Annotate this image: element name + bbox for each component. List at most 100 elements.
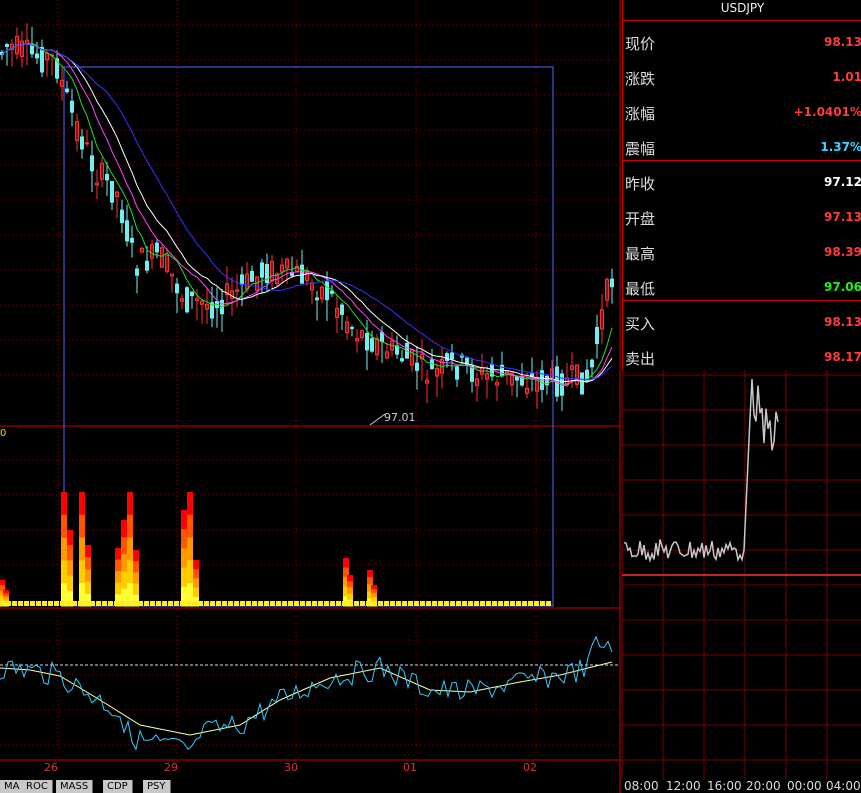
quote-row: 涨跌 1.01 <box>623 60 861 95</box>
volume-bar <box>396 601 401 606</box>
volume-bar <box>210 601 215 606</box>
candle <box>65 88 69 93</box>
candle <box>120 209 124 224</box>
candle <box>610 278 614 288</box>
volume-bar <box>348 601 353 606</box>
candle <box>250 270 254 282</box>
volume-bar <box>492 601 497 606</box>
volume-bar <box>108 601 113 606</box>
quote-label: 昨收 <box>625 175 656 193</box>
date-label: 29 <box>164 761 178 774</box>
candle <box>90 155 94 172</box>
quote-label: 买入 <box>625 315 656 333</box>
volume-bar <box>486 601 491 606</box>
volume-bar <box>181 529 187 549</box>
quote-label: 涨幅 <box>625 105 656 123</box>
quote-label: 震幅 <box>625 140 656 158</box>
quote-value: 97.12 <box>824 175 861 189</box>
tab-ma[interactable]: MA <box>0 780 25 793</box>
quote-value: 97.13 <box>824 210 861 224</box>
volume-bar <box>288 601 293 606</box>
tab-roc[interactable]: ROC <box>22 780 53 793</box>
volume-bar <box>180 601 185 606</box>
volume-bar <box>138 601 143 606</box>
volume-bar <box>127 537 133 561</box>
date-label: 26 <box>44 761 58 774</box>
candle <box>300 264 304 284</box>
candle <box>450 352 454 360</box>
tab-psy[interactable]: PSY <box>143 780 171 793</box>
volume-bar <box>67 575 73 592</box>
volume-bar <box>342 601 347 606</box>
volume-bar <box>12 601 17 606</box>
quote-value: 98.13 <box>824 315 861 329</box>
volume-bar <box>67 560 73 577</box>
candle <box>400 358 404 362</box>
volume-bar <box>347 587 353 595</box>
volume-bar <box>115 548 121 561</box>
volume-bar <box>187 537 193 561</box>
volume-bar <box>193 569 199 579</box>
volume-bar <box>456 601 461 606</box>
volume-bar <box>85 581 91 595</box>
volume-bar <box>133 550 139 562</box>
selection-box <box>63 66 554 607</box>
volume-bar <box>72 601 77 606</box>
volume-bar <box>367 570 373 578</box>
indicator-line-fast <box>0 635 613 751</box>
volume-bar <box>186 601 191 606</box>
volume-bar <box>347 575 353 582</box>
volume-bar <box>480 601 485 606</box>
volume-bar <box>193 578 199 589</box>
volume-bar <box>162 601 167 606</box>
candle <box>85 142 89 145</box>
tab-mass[interactable]: MASS <box>56 780 94 793</box>
volume-bar <box>36 601 41 606</box>
volume-bar <box>181 510 187 530</box>
volume-bar <box>102 601 107 606</box>
volume-bar <box>127 514 133 539</box>
volume-bar <box>85 569 91 583</box>
time-label: 12:00 <box>666 779 701 793</box>
candle <box>35 53 39 59</box>
time-label: 08:00 <box>624 779 659 793</box>
volume-bar <box>367 577 373 585</box>
volume-bar <box>402 601 407 606</box>
volume-bar <box>61 492 67 516</box>
volume-bar <box>115 559 121 572</box>
volume-bar <box>270 601 275 606</box>
candle <box>590 359 594 368</box>
volume-bar <box>468 601 473 606</box>
volume-bar <box>420 601 425 606</box>
volume-axis-label: 0 <box>0 428 7 439</box>
quote-separator <box>623 160 861 161</box>
candle <box>350 326 354 329</box>
volume-bar <box>127 560 133 584</box>
volume-bar <box>540 601 545 606</box>
volume-bar <box>343 558 349 569</box>
volume-bar <box>85 557 91 570</box>
quote-label: 涨跌 <box>625 70 656 88</box>
volume-bar <box>192 601 197 606</box>
volume-bar <box>90 601 95 606</box>
tab-cdp[interactable]: CDP <box>103 780 133 793</box>
volume-bar <box>371 593 377 599</box>
volume-bar <box>438 601 443 606</box>
quote-row: 开盘 97.13 <box>623 200 861 235</box>
volume-bar <box>61 537 67 561</box>
volume-bar <box>408 601 413 606</box>
volume-bar <box>282 601 287 606</box>
quote-value: 98.39 <box>824 245 861 259</box>
quote-row: 昨收 97.12 <box>623 165 861 200</box>
quote-label: 开盘 <box>625 210 656 228</box>
volume-bar <box>121 571 127 590</box>
volume-bar <box>79 560 85 584</box>
volume-bar <box>414 601 419 606</box>
candle <box>455 366 459 380</box>
candle <box>340 304 344 315</box>
candle <box>330 290 334 294</box>
candle <box>110 180 114 203</box>
candle <box>130 237 134 243</box>
candle <box>470 365 474 382</box>
volume-bar <box>450 601 455 606</box>
